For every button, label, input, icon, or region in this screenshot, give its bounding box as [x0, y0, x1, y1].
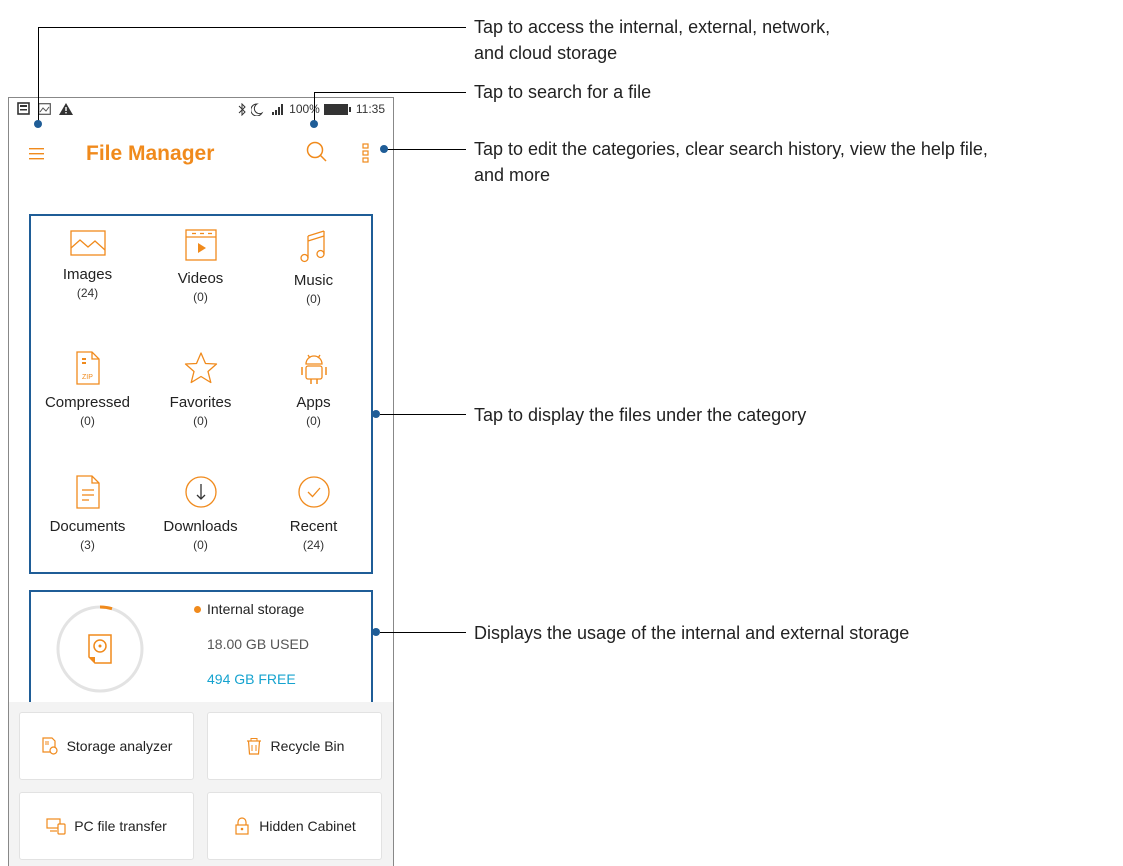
tool-label: Hidden Cabinet	[259, 818, 356, 834]
callout-dot	[380, 145, 388, 153]
callout-line	[38, 27, 466, 28]
callout-dot	[34, 120, 42, 128]
callout-dot	[372, 628, 380, 636]
storage-legend-dot	[194, 606, 201, 613]
menu-icon[interactable]	[27, 144, 47, 164]
tools-section: Storage analyzer Recycle Bin PC file tra…	[9, 702, 393, 866]
callout-line	[386, 149, 466, 150]
do-not-disturb-icon	[251, 102, 264, 116]
callout-storage: Displays the usage of the internal and e…	[474, 623, 910, 643]
callout-text-line: Tap to access the internal, external, ne…	[474, 17, 831, 37]
lock-icon	[235, 817, 249, 835]
tool-label: Recycle Bin	[270, 738, 345, 754]
storage-name: Internal storage	[207, 601, 305, 617]
video-icon	[184, 229, 217, 261]
storage-analyzer-button[interactable]: Storage analyzer	[19, 712, 194, 780]
category-label: Downloads	[163, 518, 238, 535]
download-icon	[184, 476, 217, 508]
hidden-cabinet-button[interactable]: Hidden Cabinet	[207, 792, 382, 860]
category-count: (0)	[193, 538, 208, 552]
category-label: Favorites	[169, 394, 232, 411]
category-label: Compressed	[44, 394, 131, 411]
category-count: (0)	[80, 414, 95, 428]
category-label: Music	[293, 272, 334, 289]
callout-menu: Tap to access the internal, external, ne…	[474, 14, 830, 66]
bluetooth-icon	[238, 102, 246, 116]
categories-grid: Images (24) Videos (0) Music (0) ZIP Com…	[29, 214, 373, 574]
pc-transfer-icon	[46, 818, 66, 835]
callout-text-line: and cloud storage	[474, 43, 618, 63]
hard-drive-icon	[88, 634, 112, 664]
more-options-icon[interactable]	[361, 142, 371, 166]
callout-line	[314, 92, 315, 122]
warning-icon	[59, 102, 73, 115]
storage-free: 494 GB FREE	[207, 671, 296, 687]
news-notification-icon	[17, 102, 30, 115]
image-notification-icon	[38, 102, 51, 115]
recycle-bin-icon	[246, 738, 261, 755]
category-apps[interactable]: Apps (0)	[257, 350, 370, 428]
category-count: (0)	[193, 290, 208, 304]
category-count: (24)	[76, 286, 99, 300]
battery-icon	[323, 103, 351, 115]
category-documents[interactable]: Documents (3)	[31, 474, 144, 552]
category-label: Recent	[289, 518, 338, 535]
recycle-bin-button[interactable]: Recycle Bin	[207, 712, 382, 780]
category-music[interactable]: Music (0)	[257, 228, 370, 306]
image-icon	[69, 230, 106, 256]
category-favorites[interactable]: Favorites (0)	[144, 350, 257, 428]
phone-screen: 100% 11:35 File Manager Images (24) Vide…	[8, 97, 394, 866]
callout-search: Tap to search for a file	[474, 82, 652, 102]
storage-panel[interactable]: Internal storage 18.00 GB USED 494 GB FR…	[29, 590, 373, 708]
pc-file-transfer-button[interactable]: PC file transfer	[19, 792, 194, 860]
storage-analyzer-icon	[41, 737, 58, 755]
tool-label: PC file transfer	[74, 818, 167, 834]
clock: 11:35	[355, 102, 385, 116]
status-bar: 100% 11:35	[9, 98, 393, 122]
callout-dot	[372, 410, 380, 418]
category-compressed[interactable]: ZIP Compressed (0)	[31, 350, 144, 428]
svg-text:ZIP: ZIP	[82, 374, 93, 381]
category-recent[interactable]: Recent (24)	[257, 474, 370, 552]
app-bar: File Manager	[9, 122, 393, 182]
category-label: Apps	[296, 394, 331, 411]
callout-more: Tap to edit the categories, clear search…	[474, 136, 988, 188]
category-label: Documents	[49, 518, 126, 535]
category-label: Videos	[177, 270, 224, 287]
android-icon	[300, 354, 327, 384]
status-indicators: 100% 11:35	[237, 102, 385, 116]
signal-icon	[272, 103, 284, 115]
star-icon	[184, 352, 217, 384]
battery-percent: 100%	[289, 102, 320, 116]
document-icon	[75, 475, 100, 509]
category-downloads[interactable]: Downloads (0)	[144, 474, 257, 552]
category-videos[interactable]: Videos (0)	[144, 228, 257, 304]
category-count: (24)	[302, 538, 325, 552]
callout-line	[380, 632, 466, 633]
callout-dot	[310, 120, 318, 128]
category-images[interactable]: Images (24)	[31, 228, 144, 300]
tool-label: Storage analyzer	[66, 738, 173, 754]
callout-line	[38, 27, 39, 123]
search-icon[interactable]	[303, 139, 329, 165]
zip-file-icon: ZIP	[75, 351, 100, 385]
category-count: (0)	[193, 414, 208, 428]
category-count: (0)	[306, 414, 321, 428]
callout-line	[314, 92, 466, 93]
callout-text-line: Tap to edit the categories, clear search…	[474, 139, 988, 159]
check-circle-icon	[297, 476, 330, 508]
status-notifications	[17, 102, 73, 115]
storage-used: 18.00 GB USED	[207, 636, 309, 652]
category-count: (0)	[306, 292, 321, 306]
callout-categories: Tap to display the files under the categ…	[474, 405, 807, 425]
category-label: Images	[62, 266, 113, 283]
callout-line	[380, 414, 466, 415]
callout-text-line: and more	[474, 165, 551, 185]
app-title: File Manager	[86, 142, 215, 165]
music-icon	[299, 230, 325, 263]
category-count: (3)	[80, 538, 95, 552]
